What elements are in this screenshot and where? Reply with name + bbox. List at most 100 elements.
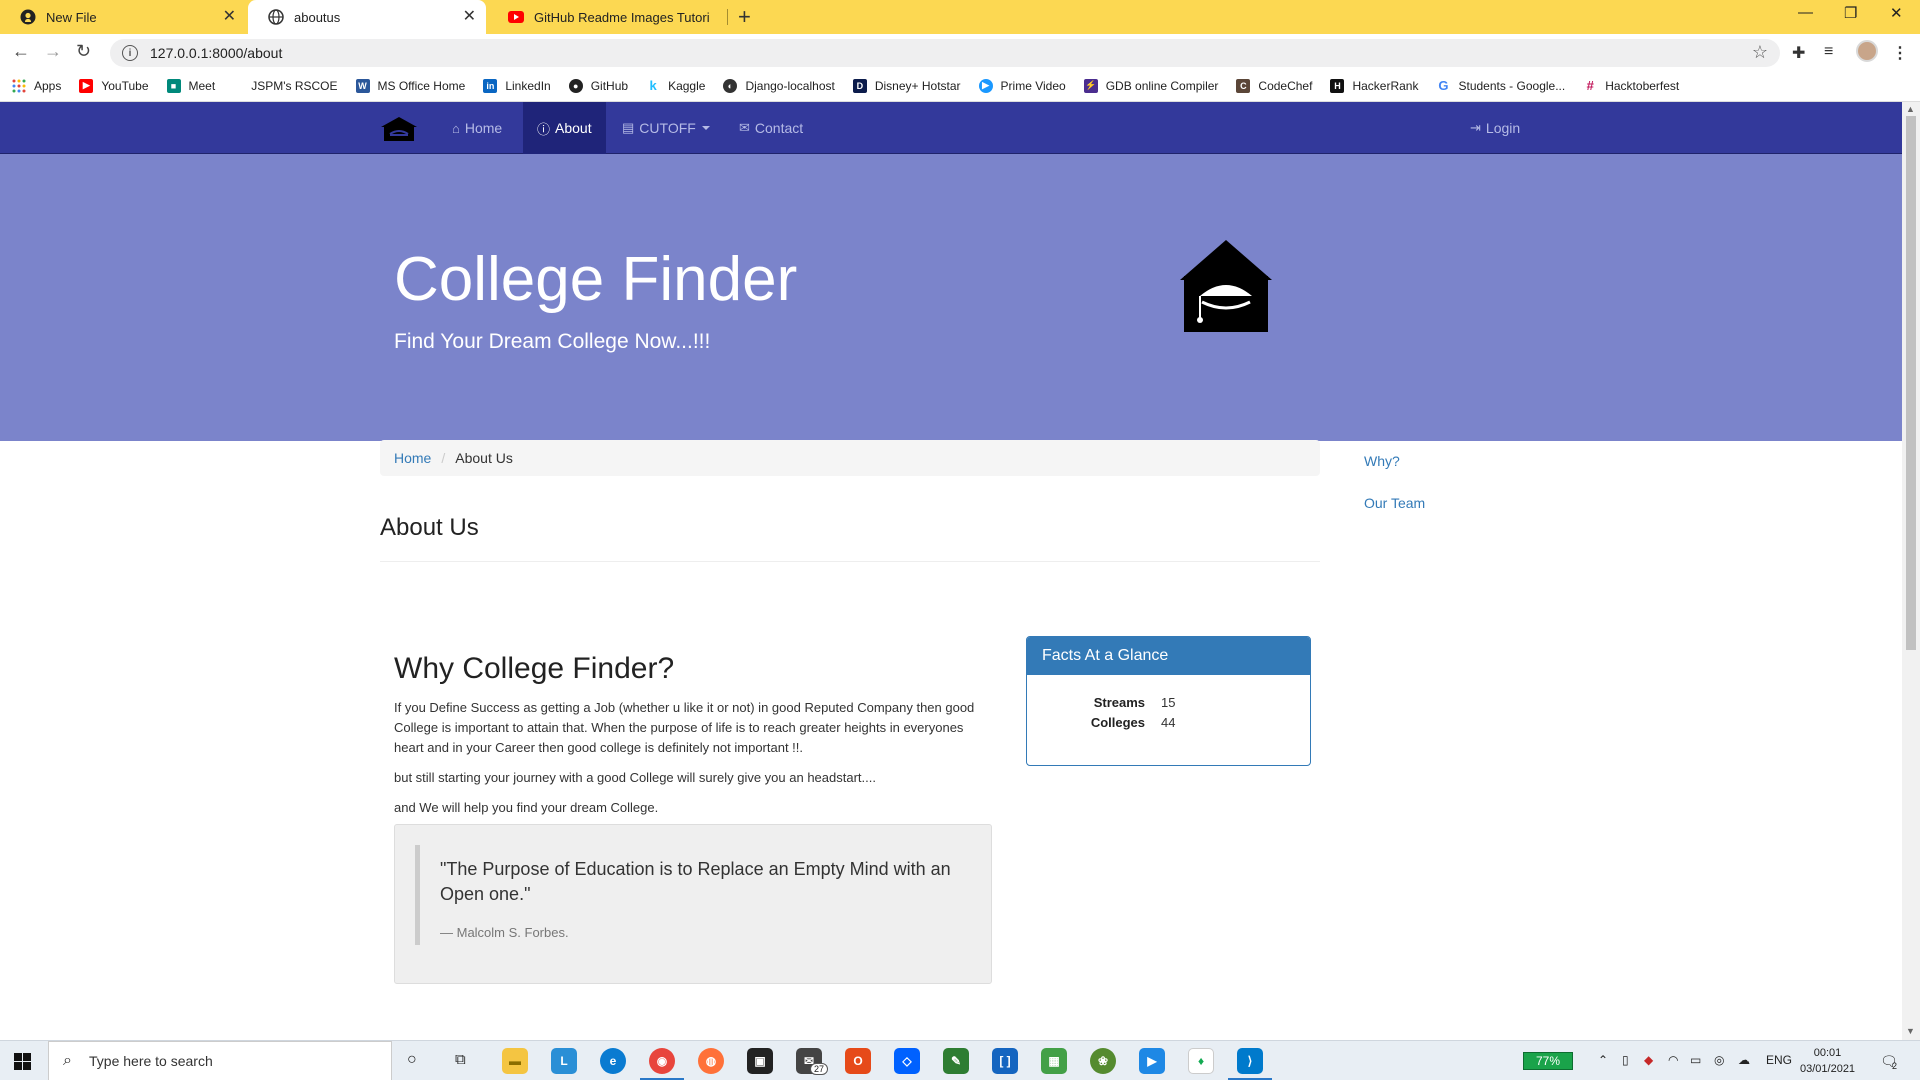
chrome-icon[interactable]: ◉ [649, 1048, 675, 1074]
network-icon[interactable]: ◎ [1714, 1053, 1724, 1067]
bookmark-apps[interactable]: Apps [12, 79, 61, 93]
college-house-icon [1180, 240, 1272, 332]
menu-kebab-icon[interactable]: ⋮ [1892, 43, 1908, 63]
hero-subtitle: Find Your Dream College Now...!!! [394, 330, 711, 353]
task-view-icon[interactable]: ⧉ [455, 1051, 466, 1068]
bookmarks-bar: Apps ▶ YouTube ■ Meet JSPM's RSCOE W MS Off… [0, 70, 1920, 102]
antivirus-icon[interactable]: ◆ [1644, 1053, 1653, 1067]
cortana-icon[interactable]: ○ [407, 1051, 417, 1069]
windows-start-icon[interactable] [14, 1053, 31, 1070]
bookmark-students-google[interactable]: G Students - Google... [1436, 78, 1565, 93]
scroll-down-arrow-icon[interactable]: ▼ [1906, 1026, 1915, 1036]
minimize-icon[interactable]: — [1798, 4, 1813, 21]
bookmark-linkedin[interactable]: in LinkedIn [483, 78, 551, 93]
chevron-up-icon[interactable]: ⌃ [1598, 1053, 1608, 1067]
close-tab-icon[interactable]: ✕ [463, 9, 476, 25]
bookmark-ms-office[interactable]: W MS Office Home [355, 78, 466, 93]
nav-login-label: Login [1485, 120, 1521, 136]
tab-title: GitHub Readme Images Tutorial [534, 9, 710, 25]
notification-count: 2 [1892, 1061, 1898, 1071]
bookmark-django-localhost[interactable]: ◐ Django-localhost [723, 78, 835, 93]
breadcrumb-home-link[interactable]: Home [394, 450, 431, 466]
edge-icon[interactable]: e [600, 1048, 626, 1074]
battery-tray-icon[interactable]: ▭ [1690, 1053, 1701, 1067]
college-logo-icon[interactable] [380, 116, 418, 142]
language-indicator[interactable]: ENG [1766, 1053, 1792, 1067]
sidebar-link-our-team[interactable]: Our Team [1364, 495, 1425, 511]
page-header: About Us [380, 514, 1320, 562]
back-arrow-icon[interactable]: ← [12, 41, 30, 62]
office-icon[interactable]: O [845, 1048, 871, 1074]
store-icon[interactable]: ▣ [747, 1048, 773, 1074]
nav-about[interactable]: ⓘ About [523, 102, 606, 154]
bookmark-prime-video[interactable]: ▶ Prime Video [978, 78, 1066, 93]
extensions-puzzle-icon[interactable]: ✚ [1792, 43, 1805, 63]
github-icon: ● [568, 78, 583, 93]
bookmark-star-icon[interactable]: ☆ [1752, 42, 1768, 63]
vscode-icon[interactable]: ⟩ [1237, 1048, 1263, 1074]
dropbox-icon[interactable]: ◇ [894, 1048, 920, 1074]
cloud-icon[interactable]: ☁ [1738, 1053, 1750, 1067]
scrollbar-thumb[interactable] [1906, 116, 1916, 650]
globe-icon: ◐ [723, 78, 738, 93]
bookmark-label: MS Office Home [377, 78, 466, 93]
file-explorer-icon[interactable]: ▬ [502, 1048, 528, 1074]
reload-icon[interactable]: ↻ [76, 41, 91, 62]
tab-github-readme[interactable]: GitHub Readme Images Tutorial [488, 0, 726, 34]
system-clock[interactable]: 00:01 03/01/2021 [1800, 1045, 1855, 1077]
sidebar-link-why[interactable]: Why? [1364, 453, 1400, 469]
wifi-icon[interactable]: ◠ [1668, 1053, 1678, 1067]
bookmark-kaggle[interactable]: k Kaggle [646, 78, 705, 93]
reading-list-icon[interactable]: ≡ [1824, 43, 1833, 61]
bookmark-meet[interactable]: ■ Meet [166, 78, 215, 93]
nav-home[interactable]: ⌂ Home [438, 102, 516, 154]
bracket-app-icon[interactable]: [ ] [992, 1048, 1018, 1074]
bookmark-codechef[interactable]: C CodeChef [1236, 78, 1312, 93]
prime-video-icon: ▶ [978, 78, 993, 93]
nav-login[interactable]: ⇥ Login [1456, 102, 1534, 154]
page-scrollbar[interactable]: ▲ ▼ [1902, 102, 1920, 1040]
nav-contact[interactable]: ✉ Contact [725, 102, 817, 154]
bookmark-gdb[interactable]: ⚡ GDB online Compiler [1083, 78, 1218, 93]
new-tab-button[interactable]: + [738, 4, 751, 30]
video-app-icon[interactable]: ▶ [1139, 1048, 1165, 1074]
taskbar-search-box[interactable]: ⌕ Type here to search [48, 1041, 392, 1080]
restore-icon[interactable]: ❐ [1844, 4, 1857, 22]
breadcrumb-current: About Us [455, 450, 513, 466]
lync-icon[interactable]: L [551, 1048, 577, 1074]
page-title: About Us [380, 514, 479, 541]
bookmark-hotstar[interactable]: D Disney+ Hotstar [852, 78, 961, 93]
site-navbar: ⌂ Home ⓘ About ▤ CUTOFF ✉ Contact ⇥ Logi… [0, 102, 1902, 154]
scroll-up-arrow-icon[interactable]: ▲ [1906, 104, 1915, 114]
clock-date: 03/01/2021 [1800, 1063, 1856, 1075]
bookmark-rscoe[interactable]: JSPM's RSCOE [251, 79, 337, 93]
chart-app-icon[interactable]: ▦ [1041, 1048, 1067, 1074]
mongodb-icon[interactable]: ♦ [1188, 1048, 1214, 1074]
device-icon[interactable]: ▯ [1622, 1053, 1629, 1067]
quote-text: "The Purpose of Education is to Replace … [440, 859, 951, 904]
site-info-icon[interactable]: i [122, 45, 138, 61]
why-section: Why College Finder? If you Define Succes… [394, 652, 994, 828]
why-heading: Why College Finder? [394, 652, 675, 685]
close-tab-icon[interactable]: ✕ [223, 9, 236, 25]
leaf-app-icon[interactable]: ❀ [1090, 1048, 1116, 1074]
envelope-icon: ✉ [739, 120, 750, 135]
bookmark-github[interactable]: ● GitHub [568, 78, 628, 93]
bookmark-youtube[interactable]: ▶ YouTube [79, 78, 149, 93]
quote-author: — Malcolm S. Forbes. [440, 925, 569, 940]
nav-cutoff-dropdown[interactable]: ▤ CUTOFF [608, 102, 724, 154]
profile-avatar[interactable] [1856, 40, 1878, 62]
tab-new-file[interactable]: New File ✕ [0, 0, 246, 34]
bookmark-hacktoberfest[interactable]: # Hacktoberfest [1583, 78, 1680, 93]
address-bar[interactable]: i 127.0.0.1:8000/about ☆ [110, 39, 1780, 67]
pen-tool-icon[interactable]: ✎ [943, 1048, 969, 1074]
forward-arrow-icon[interactable]: → [44, 41, 62, 62]
hackerrank-icon: H [1330, 78, 1345, 93]
firefox-icon[interactable]: ◍ [698, 1048, 724, 1074]
close-window-icon[interactable]: ✕ [1890, 4, 1903, 22]
bookmark-hackerrank[interactable]: H HackerRank [1330, 78, 1418, 93]
nav-cutoff-label: CUTOFF [639, 120, 696, 136]
battery-meter[interactable]: 77% [1523, 1052, 1573, 1070]
bookmark-label: YouTube [101, 78, 149, 93]
tab-aboutus[interactable]: aboutus ✕ [248, 0, 486, 34]
